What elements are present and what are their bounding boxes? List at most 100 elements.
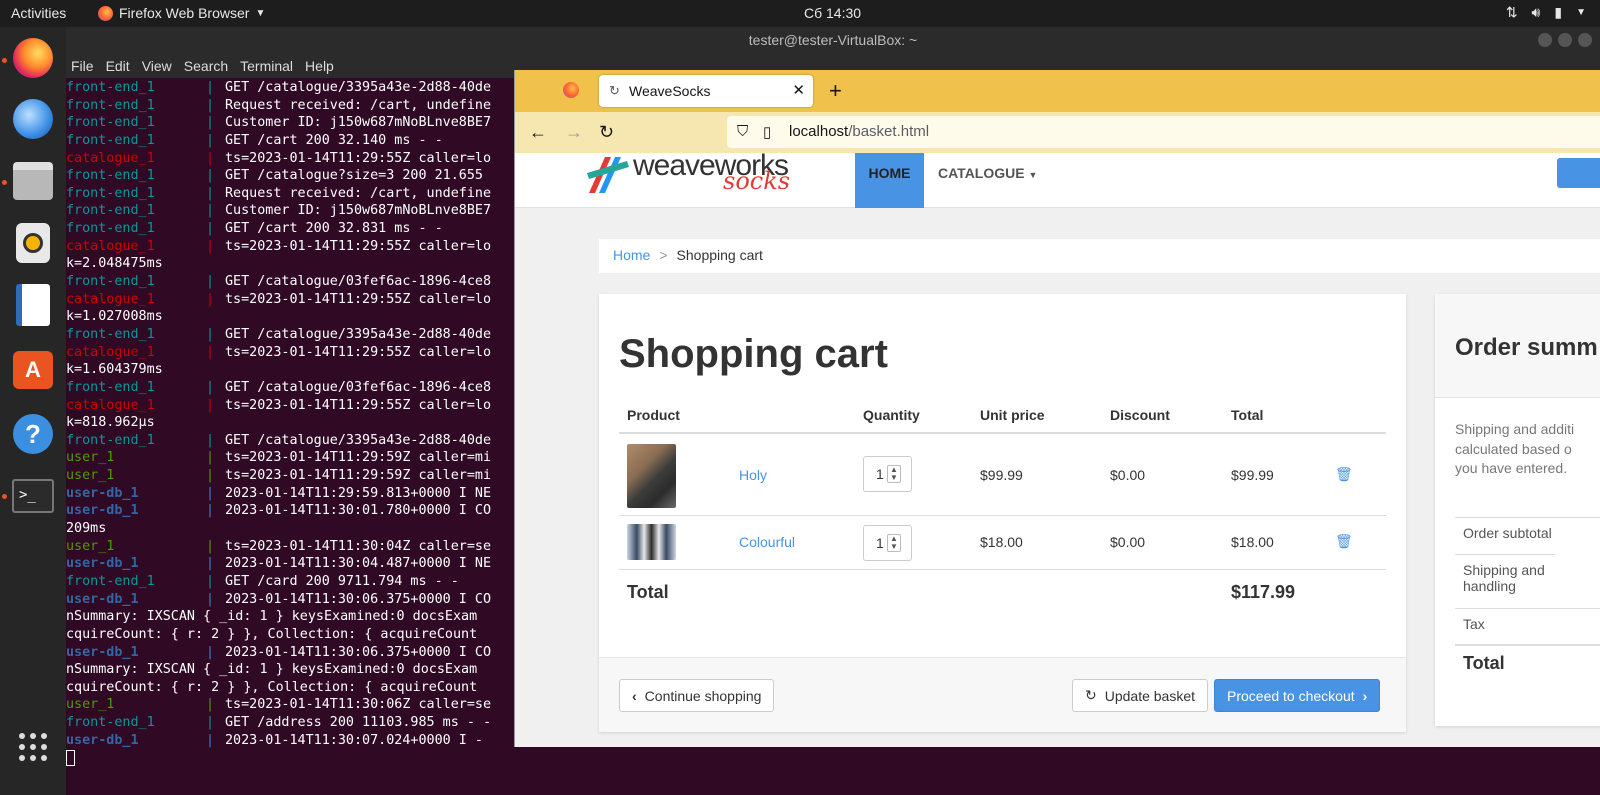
unit-price: $18.00: [980, 534, 1023, 550]
files-dock-icon[interactable]: [10, 158, 56, 204]
trash-icon[interactable]: 🗑︎: [1335, 533, 1353, 550]
activities-button[interactable]: Activities: [11, 5, 66, 21]
forward-button[interactable]: →: [565, 122, 583, 143]
service-name: catalogue_1: [66, 291, 155, 307]
logo-mark-icon: [587, 157, 629, 193]
terminal-output[interactable]: front-end_1 | GET /catalogue/3395a43e-2d8…: [66, 79, 516, 795]
update-basket-label: Update basket: [1104, 687, 1196, 704]
log-text: ts=2023-01-14T11:30:06Z caller=se: [225, 697, 492, 713]
product-link[interactable]: Holy: [739, 467, 767, 483]
menu-search[interactable]: Search: [184, 58, 228, 74]
service-name: front-end_1: [66, 185, 155, 201]
back-button[interactable]: ←: [529, 122, 547, 143]
nav-catalogue[interactable]: CATALOGUE ▼: [938, 165, 1037, 181]
log-text: GET /catalogue?size=3 200 21.655: [225, 168, 483, 184]
firefox-window: ↻ WeaveSocks ✕ + ← → ↻ ⛉ ▯ localhost/bas…: [514, 70, 1600, 747]
close-tab-icon[interactable]: ✕: [792, 81, 805, 99]
terminal-line: nSummary: IXSCAN { _id: 1 } keysExamined…: [66, 608, 516, 626]
quantity-stepper[interactable]: 1 ▲ ▼: [863, 525, 912, 561]
terminal-line: front-end_1 | GET /cart 200 32.831 ms - -: [66, 220, 516, 238]
log-text: ts=2023-01-14T11:30:04Z caller=se: [225, 538, 492, 554]
service-name: front-end_1: [66, 80, 155, 95]
spinner-icon[interactable]: ▲ ▼: [887, 534, 901, 552]
trash-icon[interactable]: 🗑︎: [1335, 466, 1353, 483]
pipe-separator: |: [206, 432, 223, 448]
page-info-icon[interactable]: ▯: [763, 123, 771, 141]
update-basket-button[interactable]: ↻ Update basket: [1072, 679, 1209, 712]
thunderbird-dock-icon[interactable]: [10, 96, 56, 142]
spinner-icon[interactable]: ▲ ▼: [887, 465, 901, 483]
summary-title: Order summ: [1455, 334, 1598, 361]
menu-help[interactable]: Help: [305, 58, 334, 74]
log-text: Customer ID: j150w687mNoBLnve8BE7: [225, 203, 492, 219]
caret-down-icon: ▼: [1028, 170, 1038, 180]
cart-footer: ‹ Continue shopping ↻ Update basket Procee…: [599, 657, 1406, 732]
service-name: catalogue_1: [66, 344, 155, 360]
pipe-separator: |: [206, 326, 223, 342]
log-text: ts=2023-01-14T11:29:55Z caller=lo: [225, 344, 492, 360]
product-image[interactable]: [627, 444, 676, 508]
log-text: k=1.027008ms: [66, 309, 163, 325]
service-name: user-db_1: [66, 732, 139, 748]
quantity-value: 1: [876, 466, 884, 482]
menu-view[interactable]: View: [142, 58, 172, 74]
terminal-line: catalogue_1 | ts=2023-01-14T11:29:55Z cal…: [66, 150, 516, 168]
clock[interactable]: Сб 14:30: [804, 5, 861, 21]
pipe-separator: |: [206, 697, 223, 713]
chevron-right-icon: ›: [1362, 687, 1368, 704]
terminal-line: front-end_1 | GET /card 200 9711.794 ms -…: [66, 573, 516, 591]
terminal-titlebar: tester@tester-VirtualBox: ~: [66, 27, 1600, 54]
url-bar[interactable]: ⛉ ▯ localhost/basket.html: [727, 116, 1600, 148]
weaveworks-logo[interactable]: weaveworks socks: [583, 153, 823, 201]
breadcrumb-separator: >: [659, 247, 668, 263]
product-link[interactable]: Colourful: [739, 534, 795, 550]
reload-button[interactable]: ↻: [599, 122, 614, 143]
tab-weavesocks[interactable]: ↻ WeaveSocks ✕: [599, 75, 813, 107]
quantity-stepper[interactable]: 1 ▲ ▼: [863, 456, 912, 492]
app-menu[interactable]: Firefox Web Browser ▼: [98, 5, 265, 21]
table-header: Product Quantity Unit price Discount Tot…: [619, 398, 1386, 434]
terminal-line: front-end_1 | Customer ID: j150w687mNoBLn…: [66, 114, 516, 132]
menu-edit[interactable]: Edit: [106, 58, 130, 74]
service-name: user-db_1: [66, 485, 139, 501]
firefox-dock-icon[interactable]: [10, 35, 56, 81]
service-name: catalogue_1: [66, 150, 155, 166]
continue-shopping-button[interactable]: ‹ Continue shopping: [619, 679, 775, 712]
chevron-down-icon: ▼: [1576, 7, 1586, 18]
software-dock-icon[interactable]: A: [10, 347, 56, 393]
log-text: GET /catalogue/03fef6ac-1896-4ce8: [225, 379, 492, 395]
menu-terminal[interactable]: Terminal: [240, 58, 293, 74]
new-tab-button[interactable]: +: [829, 78, 842, 104]
firefox-view-icon[interactable]: [563, 82, 579, 98]
header-right-button[interactable]: [1557, 158, 1600, 188]
terminal-dock-icon[interactable]: >_: [10, 473, 56, 519]
breadcrumb-home[interactable]: Home: [613, 247, 650, 263]
url-text[interactable]: localhost/basket.html: [789, 123, 929, 140]
terminal-line: front-end_1 | GET /catalogue?size=3 200 2…: [66, 167, 516, 185]
summary-note: Shipping and additi calculated based o y…: [1455, 421, 1575, 476]
menu-file[interactable]: File: [71, 58, 94, 74]
writer-dock-icon[interactable]: [10, 282, 56, 328]
service-name: user_1: [66, 468, 115, 484]
minimize-button[interactable]: [1538, 33, 1552, 47]
maximize-button[interactable]: [1558, 33, 1572, 47]
product-image[interactable]: [627, 524, 676, 560]
proceed-to-checkout-button[interactable]: Proceed to checkout ›: [1214, 679, 1381, 712]
show-apps-icon[interactable]: [10, 724, 56, 770]
terminal-line: cquireCount: { r: 2 } }, Collection: { a…: [66, 679, 516, 697]
pipe-separator: |: [206, 450, 223, 466]
terminal-line: catalogue_1 | ts=2023-01-14T11:29:55Z cal…: [66, 238, 516, 256]
dock: A ? >_: [0, 27, 66, 795]
shield-icon[interactable]: ⛉: [737, 123, 748, 140]
log-text: ts=2023-01-14T11:29:55Z caller=lo: [225, 291, 492, 307]
rhythmbox-dock-icon[interactable]: [10, 220, 56, 266]
system-tray[interactable]: ⇅ 🔊︎ ▮ ▼: [1506, 4, 1586, 21]
summary-subtotal: Order subtotal: [1455, 517, 1600, 554]
nav-home[interactable]: HOME: [855, 153, 924, 208]
web-page: weaveworks socks HOME CATALOGUE ▼ Home > S…: [515, 153, 1600, 747]
close-button[interactable]: [1578, 33, 1592, 47]
help-dock-icon[interactable]: ?: [10, 411, 56, 457]
terminal-line: catalogue_1 | ts=2023-01-14T11:29:55Z cal…: [66, 344, 516, 362]
log-text: GET /address 200 11103.985 ms - -: [225, 715, 492, 731]
pipe-separator: |: [206, 556, 223, 572]
